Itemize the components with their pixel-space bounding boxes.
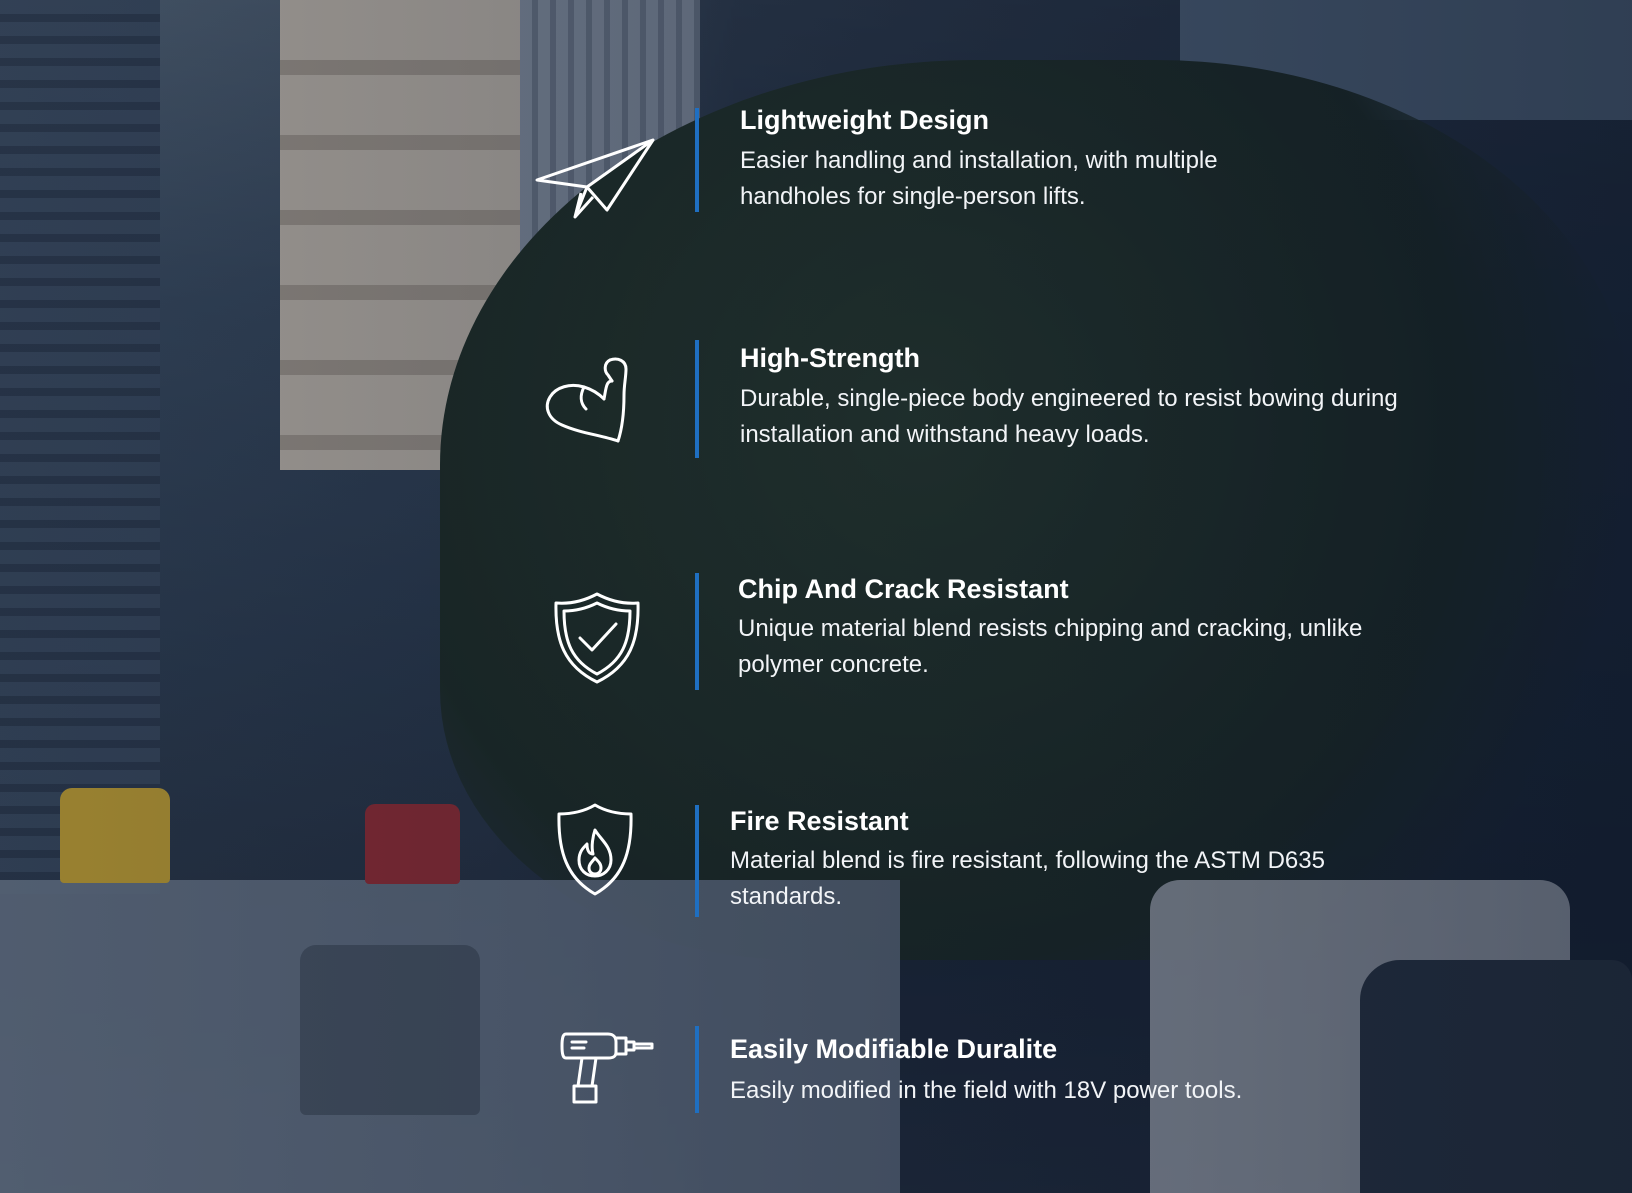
feature-description: Easier handling and installation, with m…: [740, 147, 1218, 210]
shield-flame-icon: [555, 802, 635, 897]
feature-description: Durable, single-piece body engineered to…: [740, 385, 1398, 448]
feature-description: Unique material blend resists chipping a…: [738, 615, 1363, 678]
accent-bar: [695, 1026, 699, 1113]
feature-title: Fire Resistant: [730, 806, 909, 836]
accent-bar: [695, 573, 699, 690]
feature-description: Easily modified in the field with 18V po…: [730, 1077, 1243, 1104]
feature-description: Material blend is fire resistant, follow…: [730, 847, 1325, 910]
accent-bar: [695, 340, 699, 458]
shield-check-icon: [550, 590, 645, 685]
feature-title: Chip And Crack Resistant: [738, 574, 1069, 604]
power-drill-icon: [560, 1028, 655, 1108]
accent-bar: [695, 108, 699, 212]
flexed-arm-icon: [540, 355, 640, 445]
feature-title: High-Strength: [740, 343, 920, 373]
accent-bar: [695, 805, 699, 917]
feature-title: Lightweight Design: [740, 105, 989, 135]
feature-title: Easily Modifiable Duralite: [730, 1034, 1058, 1064]
paper-plane-icon: [535, 125, 655, 235]
